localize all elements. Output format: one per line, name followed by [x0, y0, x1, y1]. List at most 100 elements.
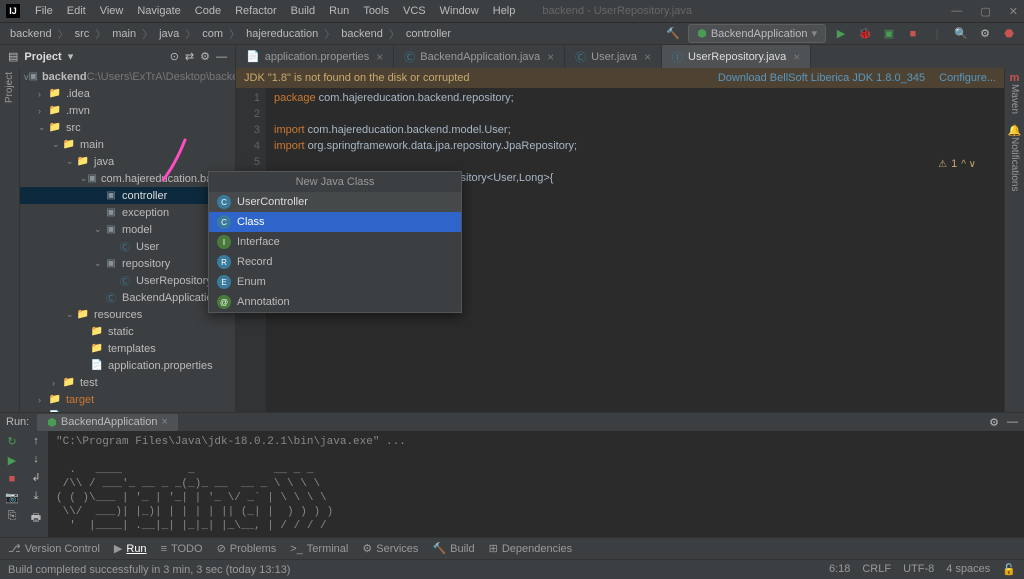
tree-item--gitignore[interactable]: 📄.gitignore: [20, 408, 235, 412]
print-icon[interactable]: 🖶: [31, 509, 41, 528]
tree-item-application-properties[interactable]: 📄application.properties: [20, 357, 235, 374]
tree-item-src[interactable]: ⌄📁src: [20, 119, 235, 136]
crumb[interactable]: java: [155, 28, 183, 40]
crumb[interactable]: controller: [402, 28, 455, 40]
rerun-icon[interactable]: ↻: [7, 435, 16, 448]
tab-close-icon[interactable]: ×: [644, 50, 651, 64]
maven-icon[interactable]: m: [1010, 72, 1020, 84]
menu-navigate[interactable]: Navigate: [130, 5, 187, 17]
stop-icon[interactable]: ■: [9, 473, 16, 485]
debug-icon[interactable]: 🐞: [856, 25, 874, 43]
readonly-icon[interactable]: 🔓: [1002, 563, 1016, 576]
select-opened-icon[interactable]: ⊙: [170, 50, 179, 63]
tree-root[interactable]: v▣backend C:\Users\ExTrA\Desktop\backend…: [20, 68, 235, 85]
indent-setting[interactable]: 4 spaces: [946, 563, 990, 576]
run-tab[interactable]: ⬢ BackendApplication ×: [37, 414, 178, 431]
hammer-icon[interactable]: 🔨: [664, 25, 682, 43]
stop-icon[interactable]: ■: [904, 25, 922, 43]
tab-user-repository[interactable]: ⒾUserRepository.java×: [662, 45, 811, 68]
bottom-run[interactable]: ▶Run: [114, 542, 147, 555]
bell-icon[interactable]: 🔔: [1008, 124, 1022, 137]
inspection-badge[interactable]: ⚠ 1 ^ ∨: [938, 158, 976, 170]
file-encoding[interactable]: UTF-8: [903, 563, 934, 576]
menu-help[interactable]: Help: [486, 5, 523, 17]
menu-file[interactable]: File: [28, 5, 60, 17]
bottom-problems[interactable]: ⊘Problems: [217, 542, 277, 555]
expand-all-icon[interactable]: ⇄: [185, 50, 194, 63]
tree-item-user[interactable]: ⒸUser: [20, 238, 235, 255]
tree-item-test[interactable]: ›📁test: [20, 374, 235, 391]
menu-vcs[interactable]: VCS: [396, 5, 433, 17]
search-icon[interactable]: 🔍: [952, 25, 970, 43]
run-output[interactable]: "C:\Program Files\Java\jdk-18.0.2.1\bin\…: [48, 431, 1024, 537]
run-config-selector[interactable]: ⬢ BackendApplication ▾: [688, 24, 826, 43]
crumb[interactable]: hajereducation: [242, 28, 322, 40]
bottom-services[interactable]: ⚙Services: [362, 542, 418, 555]
crumb[interactable]: src: [71, 28, 94, 40]
menu-refactor[interactable]: Refactor: [228, 5, 284, 17]
menu-edit[interactable]: Edit: [60, 5, 93, 17]
exit-icon[interactable]: ⎘: [8, 510, 17, 523]
caret-position[interactable]: 6:18: [829, 563, 850, 576]
hide-icon[interactable]: —: [1007, 416, 1018, 428]
crumb[interactable]: com: [198, 28, 227, 40]
tab-backend-application[interactable]: ⒸBackendApplication.java×: [394, 45, 565, 68]
gear-icon[interactable]: ⚙: [989, 416, 999, 429]
tree-item-templates[interactable]: 📁templates: [20, 340, 235, 357]
tab-close-icon[interactable]: ×: [161, 416, 167, 428]
project-panel-header[interactable]: ▤ Project ▾ ⊙ ⇄ ⚙ —: [0, 45, 236, 68]
project-tree[interactable]: v▣backend C:\Users\ExTrA\Desktop\backend…: [20, 68, 236, 412]
project-tab-vertical[interactable]: Project: [4, 72, 15, 103]
down-icon[interactable]: ↓: [33, 453, 39, 465]
tree-item-backendapplication[interactable]: ⒸBackendApplication: [20, 289, 235, 306]
tree-item-java[interactable]: ⌄📁java: [20, 153, 235, 170]
tree-item-exception[interactable]: ▣exception: [20, 204, 235, 221]
tree-item--idea[interactable]: ›📁.idea: [20, 85, 235, 102]
bottom-version-control[interactable]: ⎇Version Control: [8, 542, 100, 555]
popup-item-record[interactable]: RRecord: [209, 252, 461, 272]
tab-close-icon[interactable]: ×: [793, 50, 800, 64]
coverage-icon[interactable]: ▣: [880, 25, 898, 43]
tree-item-com-hajereducation-backend[interactable]: ⌄▣com.hajereducation.backend: [20, 170, 235, 187]
popup-item-annotation[interactable]: @Annotation: [209, 292, 461, 312]
menu-view[interactable]: View: [93, 5, 131, 17]
tree-item-static[interactable]: 📁static: [20, 323, 235, 340]
tree-item-model[interactable]: ⌄▣model: [20, 221, 235, 238]
popup-name-field[interactable]: C: [209, 192, 461, 212]
tree-item-userrepository[interactable]: ⒸUserRepository: [20, 272, 235, 289]
wrap-icon[interactable]: ↲: [31, 471, 40, 484]
line-separator[interactable]: CRLF: [862, 563, 891, 576]
notifications-tab-vertical[interactable]: Notifications: [1009, 137, 1020, 191]
bottom-dependencies[interactable]: ⊞Dependencies: [489, 542, 573, 555]
minimize-icon[interactable]: —: [951, 5, 962, 18]
chevron-down-icon[interactable]: ▾: [68, 50, 74, 63]
tab-close-icon[interactable]: ×: [547, 50, 554, 64]
tab-close-icon[interactable]: ×: [376, 50, 383, 64]
crumb[interactable]: main: [108, 28, 140, 40]
tree-item-main[interactable]: ⌄📁main: [20, 136, 235, 153]
play-icon[interactable]: ▶: [832, 25, 850, 43]
up-icon[interactable]: ↑: [33, 435, 39, 447]
close-icon[interactable]: ✕: [1009, 5, 1018, 18]
settings-icon[interactable]: ⚙: [976, 25, 994, 43]
tab-application-properties[interactable]: 📄application.properties×: [236, 45, 394, 68]
ide-errors-icon[interactable]: ⬣: [1000, 25, 1018, 43]
tab-user[interactable]: ⒸUser.java×: [565, 45, 662, 68]
camera-icon[interactable]: 📷: [5, 491, 19, 504]
scroll-icon[interactable]: ⤓: [34, 490, 39, 503]
tree-item-target[interactable]: ›📁target: [20, 391, 235, 408]
menu-build[interactable]: Build: [284, 5, 322, 17]
crumb[interactable]: backend: [6, 28, 56, 40]
tree-item-controller[interactable]: ▣controller: [20, 187, 235, 204]
maximize-icon[interactable]: ▢: [980, 5, 990, 18]
menu-run[interactable]: Run: [322, 5, 356, 17]
tree-item-resources[interactable]: ⌄📁resources: [20, 306, 235, 323]
crumb[interactable]: backend: [337, 28, 387, 40]
download-jdk-link[interactable]: Download BellSoft Liberica JDK 1.8.0_345: [718, 72, 925, 84]
tree-item--mvn[interactable]: ›📁.mvn: [20, 102, 235, 119]
menu-tools[interactable]: Tools: [356, 5, 396, 17]
gear-icon[interactable]: ⚙: [200, 50, 210, 63]
popup-item-enum[interactable]: EEnum: [209, 272, 461, 292]
bottom-build[interactable]: 🔨Build: [432, 542, 474, 555]
tree-item-repository[interactable]: ⌄▣repository: [20, 255, 235, 272]
